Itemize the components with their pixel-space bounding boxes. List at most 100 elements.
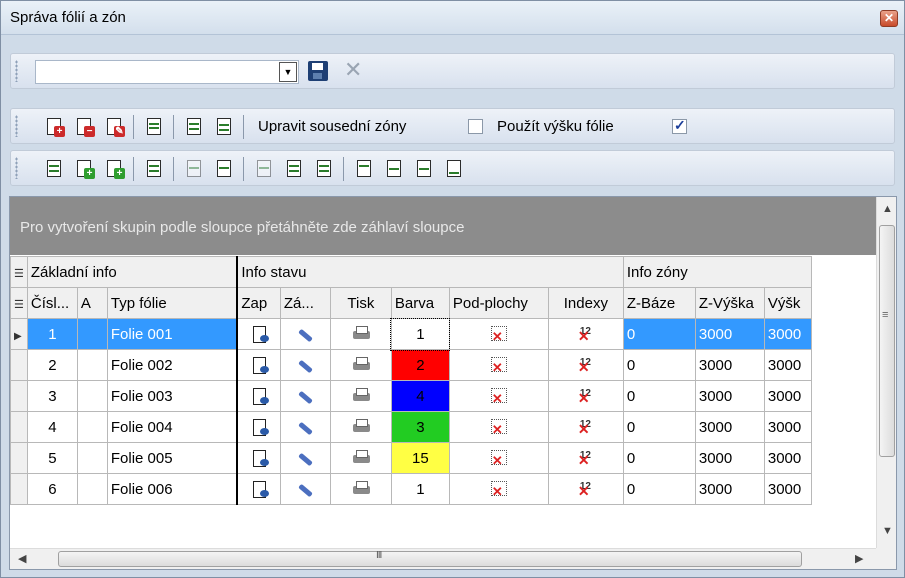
cell-pod[interactable] xyxy=(448,411,549,443)
cell-za[interactable] xyxy=(279,411,331,443)
vertical-scrollbar[interactable]: ▲ ≡ ▼ xyxy=(876,197,896,548)
zone-move-icon[interactable] xyxy=(385,159,405,179)
zone-stack-green-icon[interactable] xyxy=(315,159,335,179)
pouzit-checkbox[interactable] xyxy=(672,117,687,134)
index-icon[interactable] xyxy=(577,480,595,500)
cell-idx[interactable] xyxy=(547,349,624,381)
row-indicator[interactable] xyxy=(10,380,28,412)
layer-remove-icon[interactable]: − xyxy=(75,117,95,137)
cell-tisk[interactable] xyxy=(329,380,392,412)
table-row[interactable]: 3Folie 0034030003000 xyxy=(10,380,812,412)
cell-zbaze[interactable]: 0 xyxy=(622,442,696,474)
pencil-icon[interactable] xyxy=(296,325,314,343)
cell-pod[interactable] xyxy=(448,349,549,381)
row-indicator[interactable] xyxy=(10,473,28,505)
cell-barva[interactable]: 1 xyxy=(390,473,450,505)
visibility-doc-icon[interactable] xyxy=(252,325,269,343)
cell-type[interactable]: Folie 001 xyxy=(106,318,238,350)
cell-tisk[interactable] xyxy=(329,411,392,443)
table-row[interactable]: 5Folie 00515030003000 xyxy=(10,442,812,474)
cell-num[interactable]: 4 xyxy=(26,411,78,443)
visibility-doc-icon[interactable] xyxy=(252,418,269,436)
printer-icon[interactable] xyxy=(352,387,370,405)
group-by-panel[interactable]: Pro vytvoření skupin podle sloupce přetá… xyxy=(10,197,876,255)
cell-zbaze[interactable]: 0 xyxy=(622,473,696,505)
pencil-icon[interactable] xyxy=(296,418,314,436)
cell-zap[interactable] xyxy=(236,380,281,412)
cell-vysk[interactable]: 3000 xyxy=(763,473,812,505)
zone-stack-icon[interactable] xyxy=(285,159,305,179)
zone-list-icon[interactable] xyxy=(145,159,165,179)
zone-delete-icon[interactable] xyxy=(185,159,205,179)
layer-edit-icon[interactable]: ✎ xyxy=(105,117,125,137)
cell-za[interactable] xyxy=(279,380,331,412)
cell-barva[interactable]: 2 xyxy=(390,349,450,381)
visibility-doc-icon[interactable] xyxy=(252,449,269,467)
cell-tisk[interactable] xyxy=(329,349,392,381)
layer-save-icon[interactable] xyxy=(145,117,165,137)
toolbar-grip[interactable] xyxy=(15,60,18,82)
zone-disabled-icon[interactable] xyxy=(255,159,275,179)
header-zap[interactable]: Zap xyxy=(236,287,281,319)
row-indicator[interactable]: ▶ xyxy=(10,318,28,350)
cell-pod[interactable] xyxy=(448,473,549,505)
cell-idx[interactable] xyxy=(547,473,624,505)
cell-vysk[interactable]: 3000 xyxy=(763,442,812,474)
cell-a[interactable] xyxy=(76,473,108,505)
layer-add-icon[interactable]: + xyxy=(45,117,65,137)
cell-zbaze[interactable]: 0 xyxy=(622,349,696,381)
cell-pod[interactable] xyxy=(448,442,549,474)
printer-icon[interactable] xyxy=(352,325,370,343)
cell-barva[interactable]: 1 xyxy=(390,317,451,351)
header-vysk[interactable]: Výšk xyxy=(763,287,812,319)
subarea-icon[interactable] xyxy=(489,387,509,407)
zone-move-up-icon[interactable] xyxy=(355,159,375,179)
cell-a[interactable] xyxy=(76,380,108,412)
horizontal-scrollbar[interactable]: ◀ III ▶ xyxy=(10,548,876,569)
printer-icon[interactable] xyxy=(352,418,370,436)
zone-edit-icon[interactable] xyxy=(215,159,235,179)
cell-pod[interactable] xyxy=(448,318,549,350)
table-row[interactable]: 6Folie 0061030003000 xyxy=(10,473,812,505)
zone-new-icon[interactable] xyxy=(45,159,65,179)
layer-paste-icon[interactable] xyxy=(215,117,235,137)
printer-icon[interactable] xyxy=(352,480,370,498)
cell-idx[interactable] xyxy=(547,318,624,350)
cell-num[interactable]: 5 xyxy=(26,442,78,474)
cell-a[interactable] xyxy=(76,411,108,443)
index-icon[interactable] xyxy=(577,325,595,345)
cell-vysk[interactable]: 3000 xyxy=(763,318,812,350)
cell-za[interactable] xyxy=(279,473,331,505)
subarea-icon[interactable] xyxy=(489,356,509,376)
chevron-down-icon[interactable]: ▼ xyxy=(279,62,297,82)
pencil-icon[interactable] xyxy=(296,480,314,498)
cell-num[interactable]: 6 xyxy=(26,473,78,505)
cell-zbaze[interactable]: 0 xyxy=(622,318,696,350)
subarea-icon[interactable] xyxy=(489,480,509,500)
cell-barva[interactable]: 4 xyxy=(390,380,450,412)
scroll-down-icon[interactable]: ▼ xyxy=(882,525,893,537)
cell-idx[interactable] xyxy=(547,442,624,474)
upravit-checkbox[interactable] xyxy=(468,119,483,134)
row-indicator[interactable] xyxy=(10,349,28,381)
index-icon[interactable] xyxy=(577,387,595,407)
cell-zvyska[interactable]: 3000 xyxy=(694,380,765,412)
table-row[interactable]: 2Folie 0022030003000 xyxy=(10,349,812,381)
header-barva[interactable]: Barva xyxy=(390,287,450,319)
cell-zbaze[interactable]: 0 xyxy=(622,411,696,443)
cell-zap[interactable] xyxy=(236,318,281,350)
toolbar-grip[interactable] xyxy=(15,157,18,179)
layer-copy-icon[interactable] xyxy=(185,117,205,137)
header-za[interactable]: Zá... xyxy=(279,287,331,319)
cell-zap[interactable] xyxy=(236,442,281,474)
cell-za[interactable] xyxy=(279,349,331,381)
visibility-doc-icon[interactable] xyxy=(252,480,269,498)
cell-zvyska[interactable]: 3000 xyxy=(694,411,765,443)
group-row-menu-icon[interactable]: ☰ xyxy=(10,256,28,288)
toolbar-grip[interactable] xyxy=(15,115,18,137)
cell-barva[interactable]: 3 xyxy=(390,411,450,443)
zone-move-alt-icon[interactable] xyxy=(415,159,435,179)
cell-pod[interactable] xyxy=(448,380,549,412)
visibility-doc-icon[interactable] xyxy=(252,356,269,374)
scroll-thumb-h[interactable] xyxy=(58,551,802,567)
